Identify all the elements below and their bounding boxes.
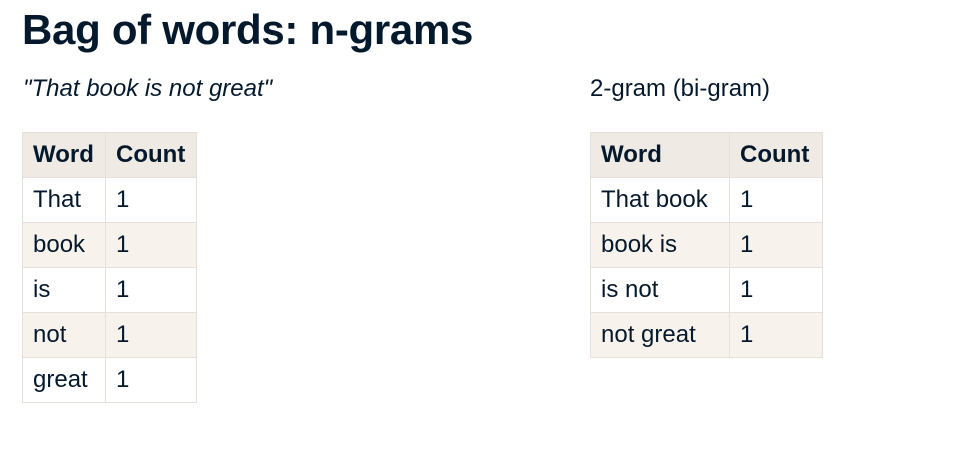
example-sentence: "That book is not great" <box>23 75 273 102</box>
word-cell: not <box>22 312 106 358</box>
count-cell: 1 <box>729 177 823 223</box>
table-header-row: Word Count <box>22 132 197 178</box>
unigram-table: Word Count That 1 book 1 is 1 not 1 grea <box>22 132 197 403</box>
word-cell: That <box>22 177 106 223</box>
table-row: not great 1 <box>590 312 823 358</box>
table-header-row: Word Count <box>590 132 823 178</box>
table-row: That 1 <box>22 177 197 223</box>
count-cell: 1 <box>105 222 197 268</box>
count-cell: 1 <box>729 222 823 268</box>
table-row: is 1 <box>22 267 197 313</box>
column-header-count: Count <box>105 132 197 178</box>
count-cell: 1 <box>729 312 823 358</box>
slide-title: Bag of words: n-grams <box>22 6 474 53</box>
bigram-cell: That book <box>590 177 730 223</box>
table-row: is not 1 <box>590 267 823 313</box>
bigram-cell: not great <box>590 312 730 358</box>
bigram-cell: book is <box>590 222 730 268</box>
count-cell: 1 <box>105 357 197 403</box>
table-row: That book 1 <box>590 177 823 223</box>
count-cell: 1 <box>105 177 197 223</box>
table-row: book 1 <box>22 222 197 268</box>
word-cell: is <box>22 267 106 313</box>
slide: Bag of words: n-grams "That book is not … <box>0 0 961 457</box>
word-cell: book <box>22 222 106 268</box>
column-header-word: Word <box>590 132 730 178</box>
bigram-table: Word Count That book 1 book is 1 is not … <box>590 132 823 358</box>
bigram-cell: is not <box>590 267 730 313</box>
count-cell: 1 <box>105 267 197 313</box>
count-cell: 1 <box>729 267 823 313</box>
word-cell: great <box>22 357 106 403</box>
count-cell: 1 <box>105 312 197 358</box>
column-header-word: Word <box>22 132 106 178</box>
bigram-caption: 2-gram (bi-gram) <box>590 75 771 102</box>
column-header-count: Count <box>729 132 823 178</box>
table-row: great 1 <box>22 357 197 403</box>
table-row: not 1 <box>22 312 197 358</box>
table-row: book is 1 <box>590 222 823 268</box>
